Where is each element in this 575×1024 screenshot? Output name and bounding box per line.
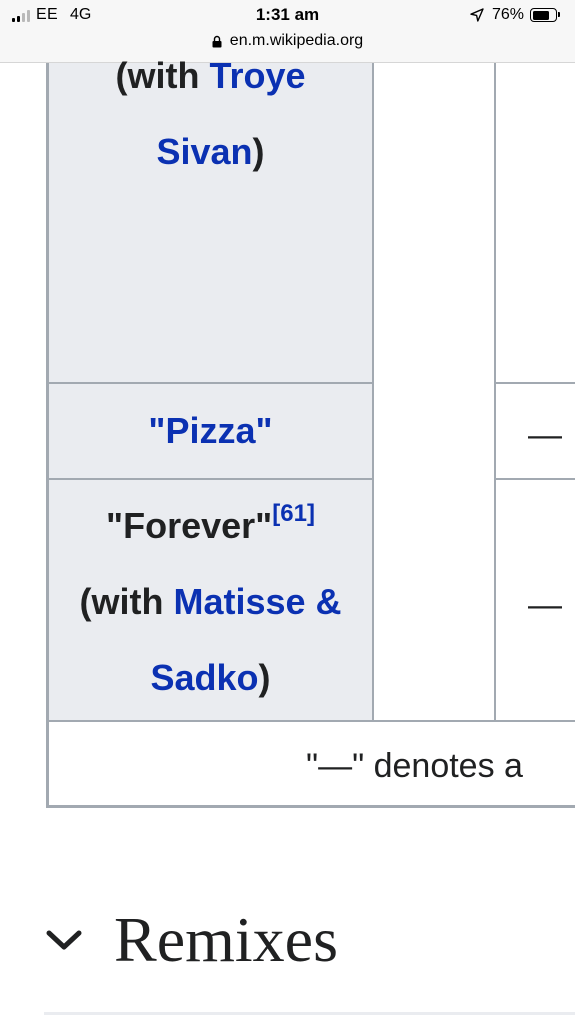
location-arrow-icon [470,8,484,22]
artist-link-troye-sivan[interactable]: Troye [209,55,305,96]
section-title: Remixes [114,904,338,975]
singles-table: (with Troye Sivan) "Pizza" — "Forever"[6… [0,55,575,823]
song-title-cell: "Forever"[61] (with Matisse & Sadko) [48,488,373,716]
featured-line: Sadko) [150,657,271,698]
featured-line: Sivan) [156,131,265,172]
song-title: "Forever" [106,505,273,546]
table-border [48,720,575,722]
table-border [48,805,575,808]
featured-line: (with Matisse & [79,581,342,622]
battery-percent: 76% [491,6,524,23]
battery-icon [530,8,560,22]
table-border [48,478,373,480]
chevron-down-icon[interactable] [44,925,84,955]
table-footnote: "—" denotes a [306,747,523,785]
chart-position-cell: — [528,586,562,624]
artist-link-matisse-sadko[interactable]: Sadko [150,657,258,698]
section-divider [44,1012,575,1015]
reference-link[interactable]: [61] [272,500,315,527]
featured-line: (with Troye [115,55,306,96]
song-title-cell: (with Troye Sivan) [48,38,373,190]
artist-link-matisse-sadko[interactable]: Matisse & [173,581,341,622]
artist-link-troye-sivan[interactable]: Sivan [156,131,252,172]
table-border [48,382,373,384]
table-border [494,63,496,721]
chart-position-cell: — [528,416,562,454]
song-title-cell: "Pizza" [48,393,373,469]
table-border [496,478,575,480]
battery-level [532,10,550,20]
song-title-line: "Forever"[61] [48,488,373,564]
table-border [496,382,575,384]
status-right: 76% [470,6,560,24]
song-link-pizza[interactable]: "Pizza" [148,410,272,451]
section-heading-remixes[interactable]: Remixes [44,895,575,985]
